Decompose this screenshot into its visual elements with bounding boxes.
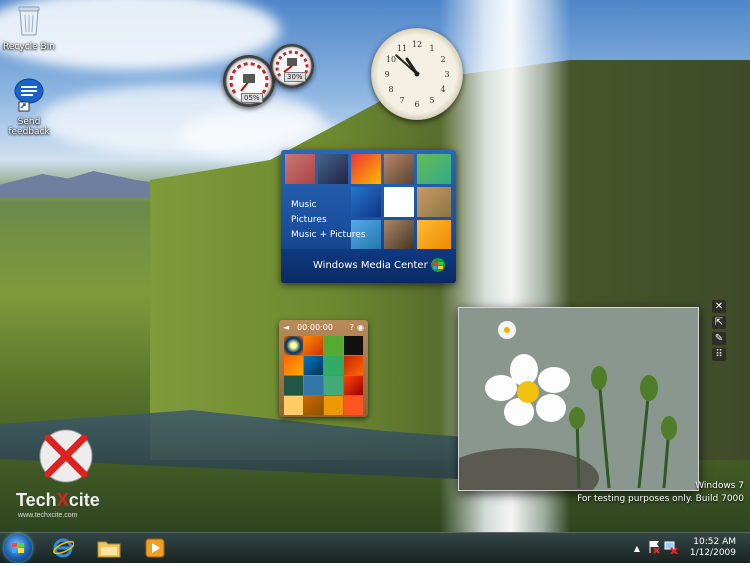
clock-numeral: 6 — [414, 100, 419, 109]
media-center-menu: Music Pictures Music + Pictures — [291, 198, 366, 243]
memory-meter-gadget[interactable]: 30% — [270, 44, 314, 88]
clock-numeral: 5 — [429, 96, 434, 105]
watermark-windows-version: Windows 7 — [695, 481, 744, 491]
close-icon[interactable]: ✕ — [712, 300, 726, 313]
clock-gadget[interactable]: 1 2 3 4 5 6 7 8 9 10 11 12 — [371, 28, 463, 120]
taskbar-date: 1/12/2009 — [689, 548, 736, 558]
menu-item-music[interactable]: Music — [291, 198, 366, 213]
puzzle-grid[interactable] — [284, 336, 364, 415]
send-feedback-label: Send feedback — [8, 117, 50, 137]
clock-numeral: 4 — [440, 85, 445, 94]
desktop-wallpaper: Recycle Bin Send feedback 05% 30% 12 3 45 6… — [0, 0, 750, 532]
build-watermark: Windows 7 For testing purposes only. Bui… — [577, 480, 744, 506]
picture-puzzle-gadget[interactable]: ◄ 00:00:00 ? ◉ — [279, 320, 368, 417]
media-center-gadget[interactable]: Music Pictures Music + Pictures Windows … — [281, 150, 456, 283]
start-button[interactable] — [4, 534, 32, 562]
action-center-icon[interactable] — [648, 540, 660, 556]
taskbar-time: 10:52 AM — [693, 537, 736, 547]
send-feedback-icon — [1, 78, 57, 115]
clock-numeral: 7 — [399, 96, 404, 105]
recycle-bin-label: Recycle Bin — [3, 42, 55, 52]
puzzle-back-icon[interactable]: ◄ — [283, 323, 289, 332]
puzzle-help-button[interactable]: ? — [350, 323, 354, 332]
techxcite-logo: TechXcite www.techxcite.com — [16, 428, 126, 519]
cpu-meter-gadget[interactable]: 05% — [223, 55, 275, 107]
memory-percent: 30% — [284, 72, 306, 82]
svg-text:www.techxcite.com: www.techxcite.com — [17, 512, 78, 518]
media-player-icon — [145, 538, 165, 558]
windows-start-icon — [12, 543, 24, 553]
taskbar-internet-explorer[interactable] — [44, 534, 82, 562]
taskbar: ▲ 10:52 AM 1/12/2009 — [0, 532, 750, 563]
windows-logo-icon — [430, 257, 446, 276]
clock-numeral: 3 — [444, 70, 449, 79]
clock-numeral: 9 — [384, 70, 389, 79]
clock-numeral: 11 — [397, 44, 407, 53]
recycle-bin-icon — [1, 3, 57, 40]
menu-item-music-pictures[interactable]: Music + Pictures — [291, 228, 366, 243]
clock-numeral: 1 — [429, 44, 434, 53]
watermark-build-text: For testing purposes only. Build 7000 — [577, 494, 744, 504]
menu-item-pictures[interactable]: Pictures — [291, 213, 366, 228]
taskbar-media-player[interactable] — [136, 534, 174, 562]
wrench-icon[interactable]: ✎ — [712, 332, 726, 345]
svg-text:TechXcite: TechXcite — [16, 490, 100, 510]
recycle-bin-shortcut[interactable]: Recycle Bin — [1, 3, 57, 52]
grip-icon[interactable]: ⠿ — [712, 348, 726, 361]
network-icon[interactable] — [664, 540, 678, 556]
internet-explorer-icon — [53, 538, 74, 558]
slideshow-toolbar: ✕ ⇱ ✎ ⠿ — [712, 300, 728, 364]
clock-numeral: 2 — [440, 55, 445, 64]
puzzle-reset-icon[interactable]: ◉ — [357, 323, 364, 332]
media-center-brand-bar: Windows Media Center — [281, 249, 456, 283]
windows-explorer-icon — [97, 541, 121, 558]
pin-icon[interactable]: ⇱ — [712, 316, 726, 329]
slideshow-gadget[interactable] — [458, 307, 699, 491]
taskbar-clock[interactable]: 10:52 AM 1/12/2009 — [690, 537, 736, 559]
send-feedback-shortcut[interactable]: Send feedback — [1, 78, 57, 137]
puzzle-toolbar: ◄ 00:00:00 ? ◉ — [283, 323, 364, 334]
puzzle-timer: 00:00:00 — [297, 323, 333, 332]
clock-numeral: 12 — [412, 40, 422, 49]
clock-numeral: 8 — [388, 85, 393, 94]
taskbar-windows-explorer[interactable] — [90, 534, 128, 562]
slideshow-flower-photo — [459, 308, 698, 490]
cpu-percent: 05% — [241, 93, 263, 103]
show-hidden-icons-button[interactable]: ▲ — [634, 544, 640, 553]
media-center-brand: Windows Media Center — [313, 260, 428, 271]
clock-numeral: 10 — [386, 55, 396, 64]
